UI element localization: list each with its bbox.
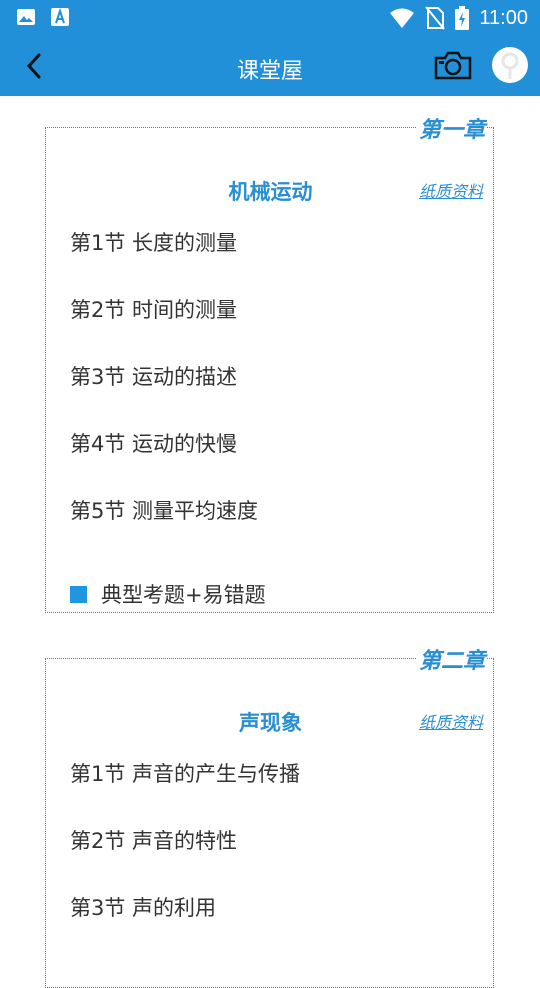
section-item[interactable]: 第1节 长度的测量: [70, 226, 266, 293]
section-item[interactable]: 第3节 声的利用: [70, 891, 300, 958]
section-list: 第1节 长度的测量 第2节 时间的测量 第3节 运动的描述 第4节 运动的快慢 …: [70, 226, 266, 628]
paper-material-link[interactable]: 纸质资料: [419, 178, 483, 202]
no-sim-icon: [425, 6, 446, 30]
user-avatar-icon: [501, 52, 519, 79]
chapter-tag: 第二章: [416, 643, 487, 675]
section-item[interactable]: 第4节 运动的快慢: [70, 427, 266, 494]
chapter-card: 第一章 机械运动 纸质资料 第1节 长度的测量 第2节 时间的测量 第3节 运动…: [45, 112, 494, 613]
status-bar: 11:00: [0, 0, 540, 36]
status-time: 11:00: [479, 6, 528, 29]
typical-questions-label: 典型考题+易错题: [101, 582, 266, 607]
paper-material-link[interactable]: 纸质资料: [419, 709, 483, 733]
section-item[interactable]: 第5节 测量平均速度: [70, 494, 266, 561]
typical-questions-item[interactable]: 典型考题+易错题: [70, 561, 266, 628]
section-item[interactable]: 第1节 声音的产生与传播: [70, 757, 300, 824]
app-bar: 课堂屋: [0, 36, 540, 96]
avatar[interactable]: [492, 47, 528, 83]
chapter-card: 第二章 声现象 纸质资料 第1节 声音的产生与传播 第2节 声音的特性 第3节 …: [45, 643, 494, 988]
battery-icon: [455, 6, 470, 30]
wifi-icon: [390, 8, 415, 28]
font-app-icon: [51, 7, 69, 26]
section-item[interactable]: 第2节 时间的测量: [70, 293, 266, 360]
chapter-tag: 第一章: [416, 112, 487, 144]
section-item[interactable]: 第2节 声音的特性: [70, 824, 300, 891]
image-icon: [17, 9, 35, 25]
camera-icon[interactable]: [433, 49, 473, 81]
square-bullet-icon: [70, 586, 87, 603]
section-item[interactable]: 第3节 运动的描述: [70, 360, 266, 427]
section-list: 第1节 声音的产生与传播 第2节 声音的特性 第3节 声的利用: [70, 757, 300, 958]
